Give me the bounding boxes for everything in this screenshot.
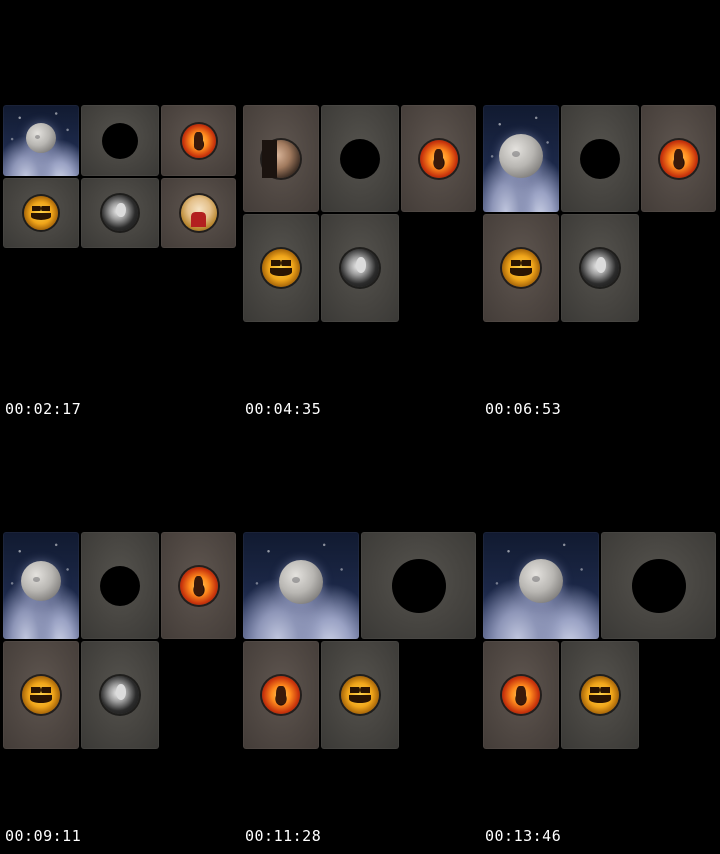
moon-tile[interactable] bbox=[3, 105, 79, 176]
pumpkin-tile[interactable] bbox=[561, 641, 639, 749]
demon-icon bbox=[502, 676, 540, 714]
pumpkin-icon bbox=[502, 249, 540, 287]
pumpkin-icon bbox=[22, 676, 60, 714]
blank-tile[interactable] bbox=[81, 532, 159, 639]
woman-tile[interactable] bbox=[561, 214, 639, 322]
thumbnail-frame-3: 00:06:53 bbox=[480, 0, 720, 427]
demon-tile[interactable] bbox=[483, 641, 559, 749]
demon-tile[interactable] bbox=[243, 641, 319, 749]
moon-tile[interactable] bbox=[483, 532, 599, 639]
pumpkin-icon bbox=[581, 676, 619, 714]
demon-tile[interactable] bbox=[161, 532, 236, 639]
blank-tile[interactable] bbox=[601, 532, 716, 639]
blank-tile[interactable] bbox=[321, 105, 399, 212]
pumpkin-tile[interactable] bbox=[321, 641, 399, 749]
moon-tile[interactable] bbox=[243, 532, 359, 639]
pumpkin-icon bbox=[24, 196, 58, 230]
demon-icon bbox=[262, 676, 300, 714]
timestamp: 00:06:53 bbox=[485, 400, 562, 418]
moon-tile[interactable] bbox=[3, 532, 79, 639]
moon-icon bbox=[499, 133, 543, 178]
thumbnail-frame-2: 00:04:35 bbox=[240, 0, 480, 427]
pumpkin-tile[interactable] bbox=[3, 641, 79, 749]
moon-icon bbox=[26, 122, 56, 153]
demon-tile[interactable] bbox=[161, 105, 236, 176]
demon-icon bbox=[659, 139, 698, 178]
woman-tile[interactable] bbox=[321, 214, 399, 322]
timestamp: 00:09:11 bbox=[5, 827, 82, 845]
pumpkin-tile[interactable] bbox=[483, 214, 559, 322]
woman-portrait-icon bbox=[102, 195, 138, 231]
black-circle-icon bbox=[391, 558, 446, 613]
black-circle-icon bbox=[631, 558, 686, 613]
woman-tile[interactable] bbox=[81, 178, 159, 248]
demon-icon bbox=[179, 566, 218, 605]
pumpkin-tile[interactable] bbox=[243, 214, 319, 322]
pumpkin-icon bbox=[341, 676, 379, 714]
black-circle-icon bbox=[102, 122, 138, 159]
thumbnail-frame-5: 00:11:28 bbox=[240, 427, 480, 854]
moon-icon bbox=[519, 558, 563, 603]
woman-portrait-icon bbox=[341, 249, 379, 287]
demon-icon bbox=[181, 123, 216, 158]
man-portrait-icon bbox=[180, 195, 217, 231]
demon-icon bbox=[419, 139, 458, 178]
thumbnail-frame-1: 00:02:17 bbox=[0, 0, 240, 427]
woman-tile[interactable] bbox=[81, 641, 159, 749]
pumpkin-icon bbox=[262, 249, 300, 287]
blank-tile[interactable] bbox=[561, 105, 639, 212]
blank-tile[interactable] bbox=[361, 532, 476, 639]
face-portrait-icon bbox=[262, 139, 300, 178]
timestamp: 00:11:28 bbox=[245, 827, 322, 845]
moon-tile[interactable] bbox=[483, 105, 559, 212]
black-circle-icon bbox=[100, 565, 140, 606]
thumbnail-frame-4: 00:09:11 bbox=[0, 427, 240, 854]
demon-tile[interactable] bbox=[641, 105, 716, 212]
black-circle-icon bbox=[340, 138, 380, 179]
timestamp: 00:02:17 bbox=[5, 400, 82, 418]
pumpkin-tile[interactable] bbox=[3, 178, 79, 248]
black-circle-icon bbox=[580, 138, 620, 179]
demon-tile[interactable] bbox=[401, 105, 476, 212]
face-tile[interactable] bbox=[243, 105, 319, 212]
timestamp: 00:04:35 bbox=[245, 400, 322, 418]
woman-portrait-icon bbox=[101, 676, 139, 714]
thumbnail-frame-6: 00:13:46 bbox=[480, 427, 720, 854]
moon-icon bbox=[21, 560, 61, 601]
blank-tile[interactable] bbox=[81, 105, 159, 176]
timestamp: 00:13:46 bbox=[485, 827, 562, 845]
man-tile[interactable] bbox=[161, 178, 236, 248]
moon-icon bbox=[279, 559, 323, 604]
woman-portrait-icon bbox=[581, 249, 619, 287]
